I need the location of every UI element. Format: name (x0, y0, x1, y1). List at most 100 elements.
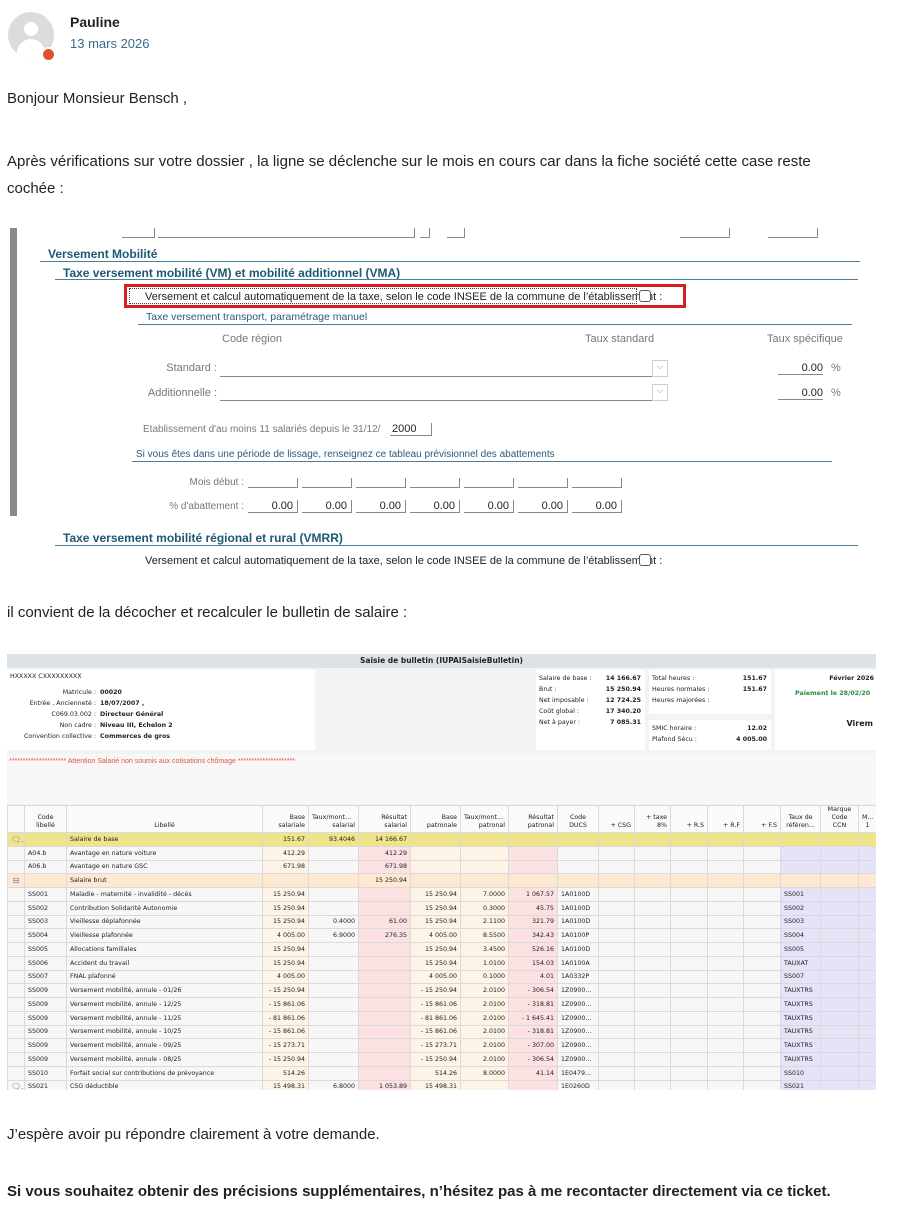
vmrr-auto-checkbox[interactable] (639, 554, 651, 566)
table-cell[interactable]: - 318.81 (508, 997, 558, 1012)
table-cell[interactable]: - 15 273.71 (410, 1038, 461, 1053)
table-cell[interactable]: - 81 861.06 (262, 1010, 309, 1026)
table-cell[interactable]: 1A0100D (557, 942, 599, 957)
table-row[interactable]: SS006 Accident du travail 15 250.94 15 250.… (7, 955, 876, 971)
column-header[interactable]: Résultat patronal (508, 805, 558, 833)
reference-rate-cell[interactable]: SS007 (780, 969, 821, 985)
empty-cell[interactable] (634, 900, 671, 916)
column-header[interactable]: Code libellé (24, 805, 67, 833)
table-cell[interactable]: 4 005.00 (410, 969, 461, 985)
marque-1-cell[interactable] (858, 914, 876, 930)
marque-1-cell[interactable] (858, 997, 876, 1012)
table-row[interactable]: SS001 Maladie - maternité - invalidité - … (7, 887, 876, 902)
empty-cell[interactable] (598, 887, 635, 902)
marque-ccn-cell[interactable] (820, 1010, 859, 1026)
table-cell[interactable]: FNAL plafonné (66, 969, 263, 985)
marque-1-cell[interactable] (858, 1065, 876, 1081)
empty-cell[interactable] (670, 1052, 708, 1067)
table-cell[interactable] (358, 1024, 411, 1040)
table-cell[interactable] (358, 1052, 411, 1067)
empty-cell[interactable] (634, 1024, 671, 1040)
table-cell[interactable]: SS006 (24, 955, 67, 971)
table-cell[interactable]: Vieillesse plafonnée (66, 928, 263, 943)
empty-cell[interactable] (707, 1010, 744, 1026)
collapse-icon[interactable]: ⊟ (7, 873, 25, 888)
table-cell[interactable]: 15 250.94 (262, 914, 309, 930)
empty-cell[interactable] (743, 1052, 781, 1067)
empty-cell[interactable] (634, 942, 671, 957)
table-cell[interactable]: 412.29 (358, 845, 411, 861)
table-cell[interactable]: 412.29 (262, 845, 309, 861)
marque-1-cell[interactable] (858, 845, 876, 861)
marque-ccn-cell[interactable] (820, 859, 859, 875)
empty-cell[interactable] (743, 845, 781, 861)
table-cell[interactable] (308, 859, 359, 875)
empty-cell[interactable] (743, 942, 781, 957)
reference-rate-cell[interactable]: SS002 (780, 900, 821, 916)
table-cell[interactable] (308, 873, 359, 888)
table-cell[interactable]: 2.0100 (460, 1024, 509, 1040)
marque-ccn-cell[interactable] (820, 1038, 859, 1053)
table-cell[interactable]: Forfait social sur contributions de prév… (66, 1065, 263, 1081)
table-cell[interactable]: 8.0000 (460, 1065, 509, 1081)
reference-rate-cell[interactable]: SS001 (780, 887, 821, 902)
empty-cell[interactable] (598, 914, 635, 930)
empty-cell[interactable] (634, 1038, 671, 1053)
empty-cell[interactable] (598, 983, 635, 998)
table-cell[interactable]: 15 250.94 (410, 887, 461, 902)
empty-cell[interactable] (634, 873, 671, 888)
empty-cell[interactable] (743, 997, 781, 1012)
empty-cell[interactable] (707, 955, 744, 971)
reference-rate-cell[interactable]: TAUXTRS (780, 1038, 821, 1053)
marque-ccn-cell[interactable] (820, 955, 859, 971)
table-cell[interactable]: 514.26 (410, 1065, 461, 1081)
marque-1-cell[interactable] (858, 1024, 876, 1040)
table-cell[interactable]: 2.0100 (460, 997, 509, 1012)
marque-1-cell[interactable] (858, 1010, 876, 1026)
reference-rate-cell[interactable] (780, 845, 821, 861)
mois-debut-input[interactable] (572, 478, 622, 488)
comment-icon[interactable]: 🗨 (7, 832, 25, 847)
table-cell[interactable]: 321.79 (508, 914, 558, 930)
table-row[interactable]: ⊟ Salaire brut 15 250.94 (7, 873, 876, 888)
reference-rate-cell[interactable]: SS004 (780, 928, 821, 943)
table-cell[interactable] (508, 1079, 558, 1090)
table-cell[interactable]: 1Z0900... (557, 1038, 599, 1053)
table-cell[interactable]: 7.0000 (460, 887, 509, 902)
table-cell[interactable] (557, 859, 599, 875)
marque-ccn-cell[interactable] (820, 1079, 859, 1090)
table-cell[interactable] (410, 832, 461, 847)
table-cell[interactable]: - 15 861.06 (262, 1024, 309, 1040)
empty-cell[interactable] (743, 1024, 781, 1040)
empty-cell[interactable] (743, 832, 781, 847)
marque-1-cell[interactable] (858, 969, 876, 985)
table-cell[interactable]: SS010 (24, 1065, 67, 1081)
table-cell[interactable]: Versement mobilité, annule - 08/25 (66, 1052, 263, 1067)
empty-cell[interactable] (707, 1079, 744, 1090)
table-row[interactable]: SS009 Versement mobilité, annule - 12/25 -… (7, 997, 876, 1012)
table-cell[interactable]: 14 166.67 (358, 832, 411, 847)
table-cell[interactable]: 1A0100A (557, 955, 599, 971)
table-cell[interactable]: - 15 250.94 (410, 983, 461, 998)
column-header[interactable]: Résultat salarial (358, 805, 411, 833)
reference-rate-cell[interactable]: TAUXTRS (780, 1010, 821, 1026)
table-cell[interactable]: Allocations familiales (66, 942, 263, 957)
empty-cell[interactable] (707, 1024, 744, 1040)
table-cell[interactable]: SS009 (24, 1052, 67, 1067)
empty-cell[interactable] (670, 1079, 708, 1090)
table-cell[interactable] (358, 955, 411, 971)
table-cell[interactable]: 1A0100D (557, 900, 599, 916)
table-cell[interactable] (508, 859, 558, 875)
reference-rate-cell[interactable] (780, 859, 821, 875)
empty-cell[interactable] (598, 832, 635, 847)
table-row[interactable]: SS009 Versement mobilité, annule - 11/25-… (7, 1010, 876, 1026)
column-header[interactable]: + R.F (707, 805, 744, 833)
table-cell[interactable] (460, 845, 509, 861)
mois-debut-input[interactable] (464, 478, 514, 488)
table-cell[interactable]: Versement mobilité, annule - 12/25 (66, 997, 263, 1012)
mois-debut-input[interactable] (356, 478, 406, 488)
table-cell[interactable]: SS009 (24, 997, 67, 1012)
empty-cell[interactable] (670, 928, 708, 943)
reference-rate-cell[interactable]: TAUXTRS (780, 983, 821, 998)
table-cell[interactable]: 1Z0900... (557, 1010, 599, 1026)
